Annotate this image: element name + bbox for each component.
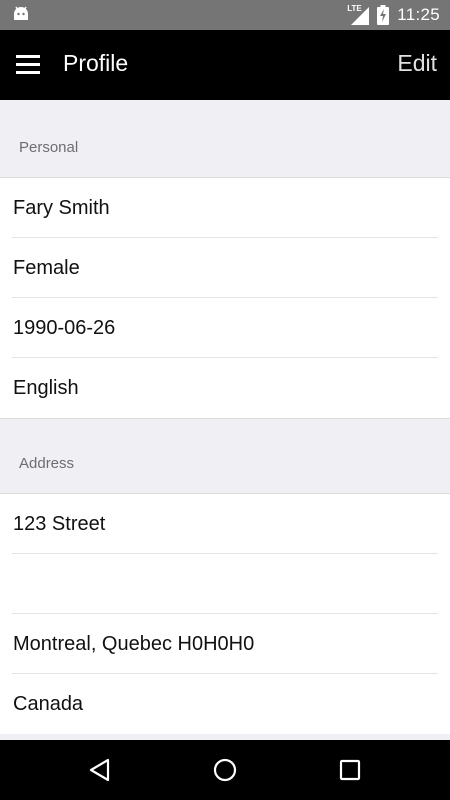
edit-button[interactable]: Edit (397, 50, 437, 77)
list-item-name[interactable]: Fary Smith (0, 178, 450, 238)
country-value: Canada (13, 693, 84, 715)
hamburger-menu-icon[interactable] (16, 55, 40, 75)
android-icon (14, 6, 28, 20)
city-value: Montreal, Quebec H0H0H0 (13, 633, 255, 655)
list-item-city[interactable]: Montreal, Quebec H0H0H0 (0, 614, 450, 674)
list-item-address-line1[interactable]: 123 Street (0, 494, 450, 554)
recents-icon[interactable] (337, 757, 363, 783)
list-item-birthdate[interactable]: 1990-06-26 (0, 298, 450, 358)
page-title: Profile (63, 50, 129, 76)
name-value: Fary Smith (13, 197, 110, 219)
list-item-gender[interactable]: Female (0, 238, 450, 298)
list-item-address-line2[interactable] (0, 554, 450, 614)
list-item-country[interactable]: Canada (0, 674, 450, 734)
list-item-language[interactable]: English (0, 358, 450, 418)
section-header-personal: Personal (0, 100, 450, 178)
battery-charging-icon (377, 5, 390, 25)
gender-value: Female (13, 257, 80, 279)
language-value: English (13, 377, 79, 399)
back-icon[interactable] (87, 757, 113, 783)
status-time: 11:25 (397, 5, 440, 24)
status-bar: LTE 11:25 (0, 0, 450, 30)
profile-content[interactable]: Personal Fary Smith Female 1990-06-26 En… (0, 100, 450, 740)
section-header-address: Address (0, 418, 450, 494)
birthdate-value: 1990-06-26 (13, 317, 116, 339)
address-line1-value: 123 Street (13, 513, 106, 535)
navigation-bar (0, 740, 450, 800)
address-list: 123 Street Montreal, Quebec H0H0H0 Canad… (0, 494, 450, 734)
home-icon[interactable] (212, 757, 238, 783)
signal-icon: LTE (347, 4, 370, 25)
section-header-label: Personal (19, 139, 79, 156)
section-header-label: Address (19, 455, 75, 472)
personal-list: Fary Smith Female 1990-06-26 English (0, 178, 450, 418)
app-bar: Profile Edit (0, 30, 450, 100)
